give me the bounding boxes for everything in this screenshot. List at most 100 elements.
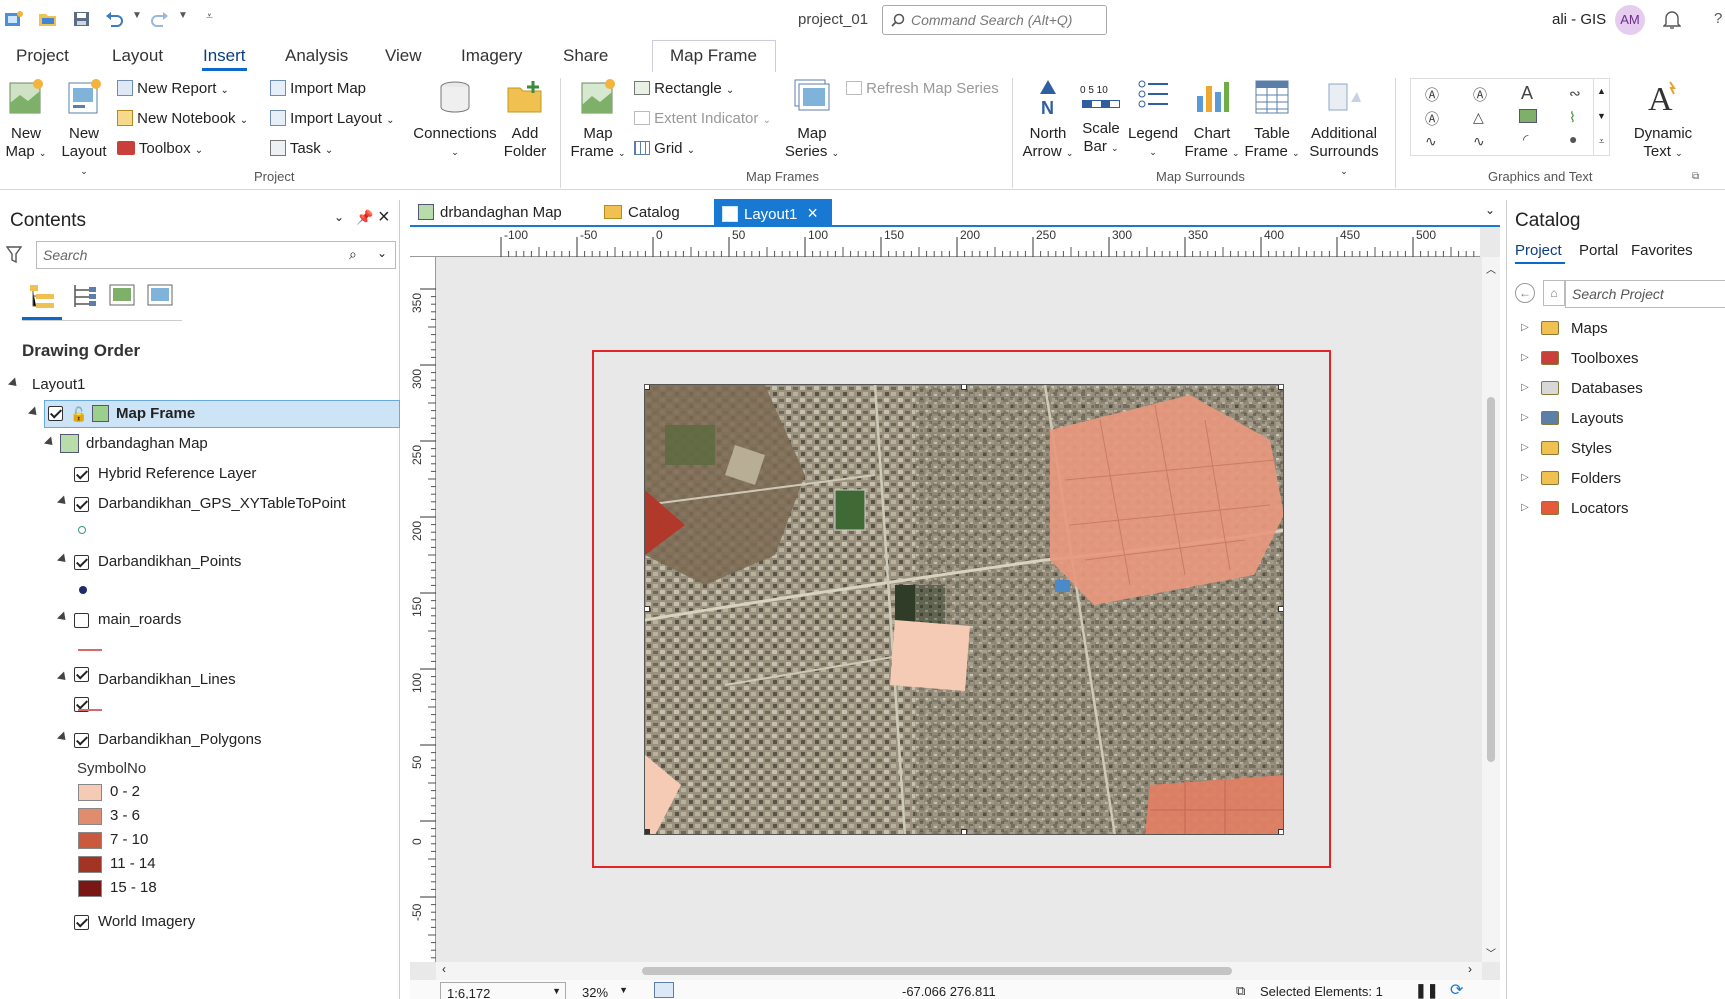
layer-main-roads[interactable]: main_roards bbox=[98, 611, 181, 628]
layout-page[interactable] bbox=[592, 350, 1331, 868]
horizontal-scrollbar[interactable]: ‹ › bbox=[436, 962, 1482, 980]
layer-checkbox[interactable] bbox=[74, 467, 89, 482]
legend-swatch[interactable] bbox=[78, 880, 102, 897]
expand-triangle-icon[interactable]: ▷ bbox=[1521, 322, 1529, 333]
refresh-map-series-button[interactable]: Refresh Map Series bbox=[846, 80, 999, 97]
tab-layout[interactable]: Layout bbox=[112, 46, 163, 66]
import-map-button[interactable]: Import Map bbox=[270, 80, 366, 97]
map-frame[interactable] bbox=[644, 384, 1284, 835]
expand-triangle-icon[interactable]: ▷ bbox=[1521, 442, 1529, 453]
collapse-triangle[interactable] bbox=[7, 377, 21, 390]
scroll-down-icon[interactable]: ﹀ bbox=[1486, 945, 1496, 960]
catalog-item[interactable]: Locators bbox=[1571, 500, 1629, 517]
line-icon[interactable]: ∾ bbox=[1569, 85, 1581, 102]
tab-insert[interactable]: Insert bbox=[203, 46, 246, 66]
task-button[interactable]: Task ⌄ bbox=[270, 140, 333, 157]
catalog-tab-project[interactable]: Project bbox=[1515, 242, 1562, 259]
scroll-right-icon[interactable]: › bbox=[1468, 962, 1472, 976]
undo-icon[interactable] bbox=[104, 10, 124, 28]
collapse-triangle[interactable] bbox=[56, 553, 70, 566]
zoom-combobox[interactable]: 32% ▼ bbox=[576, 982, 632, 999]
legend-swatch[interactable] bbox=[78, 832, 102, 849]
resize-handle[interactable] bbox=[645, 385, 650, 390]
import-layout-button[interactable]: Import Layout ⌄ bbox=[270, 110, 394, 127]
layer-checkbox[interactable] bbox=[74, 915, 89, 930]
tree-layout1[interactable]: Layout1 bbox=[32, 376, 85, 393]
catalog-tab-favorites[interactable]: Favorites bbox=[1631, 242, 1693, 259]
layer-checkbox[interactable] bbox=[74, 555, 89, 570]
user-name[interactable]: ali - GIS bbox=[1552, 11, 1606, 28]
redo-dropdown-icon[interactable]: ▼ bbox=[178, 10, 188, 21]
legend-swatch[interactable] bbox=[78, 856, 102, 873]
curved-text-icon[interactable]: ∿ bbox=[1425, 133, 1437, 150]
polygon-text-icon[interactable]: △ bbox=[1473, 109, 1484, 126]
collapse-triangle[interactable] bbox=[27, 406, 41, 419]
expand-triangle-icon[interactable]: ▷ bbox=[1521, 472, 1529, 483]
gallery-scroll[interactable]: ▲ ▼ ⩡ bbox=[1593, 79, 1609, 155]
point-icon[interactable]: ● bbox=[1569, 131, 1577, 147]
map-frame-checkbox[interactable] bbox=[48, 406, 63, 421]
collapse-triangle[interactable] bbox=[56, 495, 70, 508]
new-project-icon[interactable] bbox=[4, 10, 24, 28]
graphics-gallery[interactable]: Ⓐ Ⓐ ∿ Ⓐ △ ∿ A ◜ ∾ ⌇ ● ▲ ▼ ⩡ bbox=[1410, 78, 1610, 156]
lock-icon[interactable]: 🔓 bbox=[70, 406, 87, 423]
dialog-launcher-icon[interactable]: ⧉ bbox=[1692, 171, 1699, 182]
list-by-selection-icon[interactable] bbox=[108, 282, 136, 310]
save-icon[interactable] bbox=[72, 10, 92, 28]
resize-handle[interactable] bbox=[1278, 606, 1283, 612]
layer-checkbox[interactable] bbox=[74, 497, 89, 512]
contents-search-input[interactable]: Search ⌕ ⌄ bbox=[36, 241, 396, 269]
collapse-triangle[interactable] bbox=[56, 731, 70, 744]
layer-hybrid-reference[interactable]: Hybrid Reference Layer bbox=[98, 465, 256, 482]
resize-handle[interactable] bbox=[1278, 385, 1283, 390]
layer-checkbox[interactable] bbox=[74, 613, 89, 628]
tab-map-frame[interactable]: Map Frame bbox=[670, 46, 757, 66]
layer-points[interactable]: Darbandikhan_Points bbox=[98, 553, 241, 570]
expand-triangle-icon[interactable]: ▷ bbox=[1521, 412, 1529, 423]
horizontal-scroll-thumb[interactable] bbox=[642, 967, 1232, 975]
map-frame-button[interactable]: Map Frame ⌄ bbox=[570, 78, 626, 162]
catalog-tab-portal[interactable]: Portal bbox=[1579, 242, 1618, 259]
scale-combobox[interactable]: 1:6,172 ▼ bbox=[440, 982, 566, 999]
resize-handle[interactable] bbox=[645, 606, 650, 612]
layer-world-imagery[interactable]: World Imagery bbox=[98, 913, 195, 930]
new-report-button[interactable]: New Report ⌄ bbox=[117, 80, 229, 97]
table-frame-button[interactable]: Table Frame ⌄ bbox=[1244, 78, 1300, 162]
additional-surrounds-button[interactable]: Additional Surrounds ⌄ bbox=[1304, 78, 1384, 180]
pane-options-icon[interactable]: ⌄ bbox=[334, 210, 344, 224]
tree-map[interactable]: drbandaghan Map bbox=[86, 435, 208, 452]
layer-polygons[interactable]: Darbandikhan_Polygons bbox=[98, 731, 261, 748]
catalog-search-input[interactable]: Search Project bbox=[1565, 280, 1725, 308]
picture-icon[interactable] bbox=[1519, 109, 1537, 123]
vertical-scroll-thumb[interactable] bbox=[1487, 397, 1495, 762]
map-series-button[interactable]: Map Series ⌄ bbox=[784, 78, 840, 162]
north-arrow-button[interactable]: N North Arrow ⌄ bbox=[1022, 78, 1074, 162]
home-icon[interactable]: ⌂ bbox=[1543, 280, 1565, 306]
freehand-icon[interactable]: ∿ bbox=[1473, 133, 1485, 150]
catalog-item[interactable]: Maps bbox=[1571, 320, 1608, 337]
layer-gps-points[interactable]: Darbandikhan_GPS_XYTableToPoint bbox=[98, 495, 346, 512]
undo-dropdown-icon[interactable]: ▼ bbox=[132, 10, 142, 21]
list-by-snapping-icon[interactable] bbox=[146, 282, 174, 310]
collapse-triangle[interactable] bbox=[56, 611, 70, 624]
pin-icon[interactable]: 📌 bbox=[356, 209, 373, 226]
chart-frame-button[interactable]: Chart Frame ⌄ bbox=[1184, 78, 1240, 162]
grid-button[interactable]: Grid ⌄ bbox=[634, 140, 695, 157]
list-by-drawing-order-icon[interactable] bbox=[28, 282, 56, 310]
search-options-icon[interactable]: ⌄ bbox=[377, 246, 387, 260]
layer-checkbox[interactable] bbox=[74, 667, 89, 682]
expand-triangle-icon[interactable]: ▷ bbox=[1521, 352, 1529, 363]
avatar[interactable]: AM bbox=[1615, 5, 1645, 35]
scale-bar-button[interactable]: 0 5 10 Scale Bar ⌄ bbox=[1078, 78, 1124, 157]
help-icon[interactable]: ? bbox=[1714, 10, 1722, 27]
collapse-triangle[interactable] bbox=[43, 436, 57, 449]
extent-indicator-button[interactable]: Extent Indicator ⌄ bbox=[634, 110, 771, 127]
arc-icon[interactable]: ◜ bbox=[1523, 131, 1528, 148]
new-layout-button[interactable]: New Layout ⌄ bbox=[58, 78, 110, 180]
refresh-icon[interactable]: ⟳ bbox=[1450, 980, 1463, 999]
tab-view[interactable]: View bbox=[385, 46, 422, 66]
legend-swatch[interactable] bbox=[78, 808, 102, 825]
tab-imagery[interactable]: Imagery bbox=[461, 46, 522, 66]
layer-checkbox[interactable] bbox=[74, 733, 89, 748]
doc-tab-catalog[interactable]: Catalog bbox=[604, 199, 714, 227]
